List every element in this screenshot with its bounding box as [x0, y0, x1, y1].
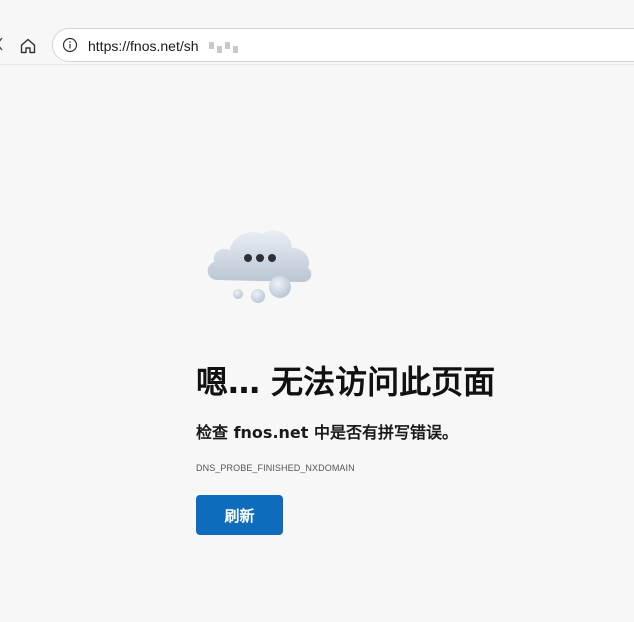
browser-toolbar: https://fnos.net/sh	[0, 0, 634, 65]
home-icon	[20, 38, 36, 54]
url-redaction	[199, 37, 259, 55]
page-title: 嗯… 无法访问此页面	[196, 363, 496, 401]
cloud-thinking-icon	[207, 230, 312, 303]
info-icon[interactable]	[62, 37, 78, 53]
address-bar[interactable]: https://fnos.net/sh	[52, 28, 634, 62]
error-message: 检查 fnos.net 中是否有拼写错误。	[196, 423, 458, 442]
error-code: DNS_PROBE_FINISHED_NXDOMAIN	[196, 463, 355, 473]
home-button[interactable]	[14, 32, 42, 60]
back-arrow-icon[interactable]	[0, 37, 4, 51]
refresh-button[interactable]: 刷新	[196, 495, 283, 535]
url-text[interactable]: https://fnos.net/sh	[88, 38, 199, 54]
